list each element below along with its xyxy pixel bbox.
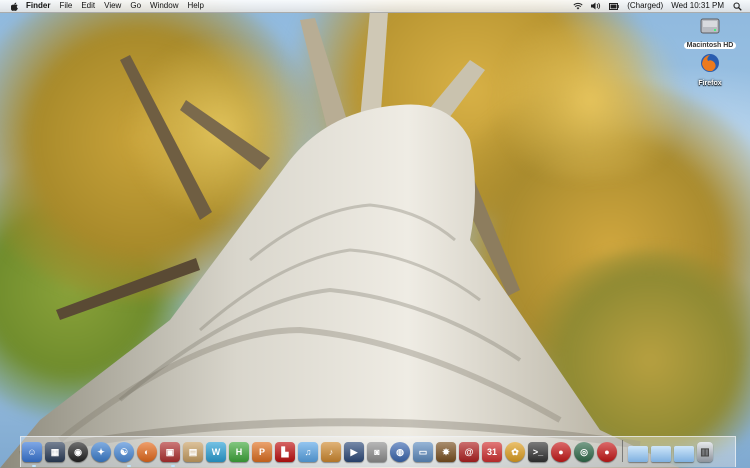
menu-finder[interactable]: Finder xyxy=(26,0,50,12)
finder-icon: ☺ xyxy=(27,447,37,457)
game-icon: ✸ xyxy=(442,446,450,457)
imovie-icon: ▶ xyxy=(350,446,358,457)
dock-items: ☺ ▦ ◉ ✦ ☯ ◐ ▣ ▤ W H P ▙ ♫ ♪ ▶ ◙ ◍ ▭ ✸ @31 ✿ >_ ● ◎ ● ▥ xyxy=(22,438,716,462)
dock-item-word-icon[interactable]: W xyxy=(206,442,226,462)
dock-item-display-icon[interactable]: ▭ xyxy=(413,442,433,462)
wifi-icon[interactable] xyxy=(573,1,583,11)
photo-booth-icon: ▣ xyxy=(165,446,175,457)
dock-item-safari-icon[interactable]: ✦ xyxy=(91,442,111,462)
itunes-icon: ♫ xyxy=(304,447,312,457)
finder-search-icon: ☯ xyxy=(119,446,129,457)
trash-icon: ▥ xyxy=(700,446,710,458)
harddisk-icon xyxy=(699,14,721,41)
dock-item-scroll-icon[interactable]: ▤ xyxy=(183,442,203,462)
dock-item-terminal-icon[interactable]: >_ xyxy=(528,442,548,462)
safari-icon: ✦ xyxy=(97,446,105,457)
wallpaper-trunk xyxy=(0,10,680,468)
dock-trash[interactable]: ▥ xyxy=(697,442,713,462)
firefox-icon xyxy=(699,52,721,79)
network-globe-icon: ◍ xyxy=(396,446,404,457)
desktop-wallpaper xyxy=(0,0,750,468)
menu-bar: Finder File Edit View Go Window Help (Ch… xyxy=(0,0,750,13)
menu-window[interactable]: Window xyxy=(150,0,178,12)
desktop-icon-harddisk[interactable]: Macintosh HD xyxy=(683,14,737,49)
battery-status[interactable]: (Charged) xyxy=(627,0,663,12)
ical-icon: 31 xyxy=(486,447,497,457)
dock-item-address-book-icon[interactable]: @ xyxy=(459,442,479,462)
compass-icon: ◎ xyxy=(580,446,588,457)
desktop-icon-firefox[interactable]: Firefox xyxy=(686,52,734,87)
dock-item-dashboard-icon[interactable]: ▦ xyxy=(45,442,65,462)
dock-item-finder-search-icon[interactable]: ☯ xyxy=(114,442,134,462)
dashboard-icon: ▦ xyxy=(50,446,60,457)
volume-icon[interactable] xyxy=(591,1,601,11)
address-book-icon: @ xyxy=(464,447,474,457)
spotlight-icon[interactable] xyxy=(732,1,742,11)
word-icon: W xyxy=(211,447,221,457)
desktop-icon-label: Macintosh HD xyxy=(683,42,737,49)
menu-extras: (Charged) Wed 10:31 PM xyxy=(569,0,750,12)
dock-item-lock-icon[interactable]: ● xyxy=(551,442,571,462)
dock-item-compass-icon[interactable]: ◎ xyxy=(574,442,594,462)
dock-item-dvd-icon[interactable]: ◉ xyxy=(68,442,88,462)
terminal-icon: >_ xyxy=(532,447,544,457)
dock-item-h-app-icon[interactable]: H xyxy=(229,442,249,462)
dock-item-finder-icon[interactable]: ☺ xyxy=(22,442,42,462)
dock-stack-folder[interactable] xyxy=(651,446,671,462)
garageband-icon: ♪ xyxy=(328,447,334,457)
dock-item-pinwheel-icon[interactable]: ✿ xyxy=(505,442,525,462)
dock-item-camera-icon[interactable]: ◙ xyxy=(367,442,387,462)
dvd-icon: ◉ xyxy=(74,446,82,457)
dock-item-chair-icon[interactable]: ▙ xyxy=(275,442,295,462)
menu-help[interactable]: Help xyxy=(187,0,203,12)
dock-separator xyxy=(622,440,623,462)
pinwheel-icon: ✿ xyxy=(511,446,519,457)
dock-item-network-globe-icon[interactable]: ◍ xyxy=(390,442,410,462)
dock-stack-folder[interactable] xyxy=(628,446,648,462)
h-app-icon: H xyxy=(235,447,243,457)
dock-running-indicator xyxy=(171,465,175,467)
battery-icon[interactable] xyxy=(609,1,620,11)
lock-red-icon: ● xyxy=(604,447,610,457)
menu-file[interactable]: File xyxy=(59,0,72,12)
chair-icon: ▙ xyxy=(281,446,289,457)
apple-menu-icon[interactable] xyxy=(10,1,20,11)
dock-item-itunes-icon[interactable]: ♫ xyxy=(298,442,318,462)
dock-running-indicator xyxy=(32,465,36,467)
lock-icon: ● xyxy=(558,447,564,457)
display-icon: ▭ xyxy=(418,446,428,457)
menu-go[interactable]: Go xyxy=(130,0,141,12)
dock-item-firefox-icon[interactable]: ◐ xyxy=(137,442,157,462)
dock-stack-folder[interactable] xyxy=(674,446,694,462)
desktop-icon-label: Firefox xyxy=(698,80,722,87)
camera-icon: ◙ xyxy=(374,447,380,457)
dock-item-garageband-icon[interactable]: ♪ xyxy=(321,442,341,462)
firefox-icon: ◐ xyxy=(144,447,150,457)
powerpoint-icon: P xyxy=(258,447,265,457)
menu-clock[interactable]: Wed 10:31 PM xyxy=(671,0,724,12)
dock-item-powerpoint-icon[interactable]: P xyxy=(252,442,272,462)
dock-item-lock-red-icon[interactable]: ● xyxy=(597,442,617,462)
dock-item-imovie-icon[interactable]: ▶ xyxy=(344,442,364,462)
menu-view[interactable]: View xyxy=(104,0,121,12)
scroll-icon: ▤ xyxy=(188,446,198,457)
dock-item-game-icon[interactable]: ✸ xyxy=(436,442,456,462)
menu-edit[interactable]: Edit xyxy=(81,0,95,12)
dock-item-ical-icon[interactable]: 31 xyxy=(482,442,502,462)
dock-running-indicator xyxy=(127,465,131,467)
dock-item-photo-booth-icon[interactable]: ▣ xyxy=(160,442,180,462)
